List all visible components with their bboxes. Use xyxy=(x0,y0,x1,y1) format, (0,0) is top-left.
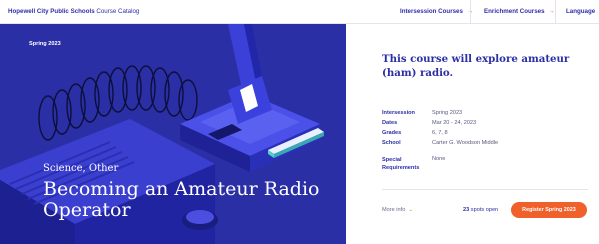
brand-name: Hopewell City Public Schools xyxy=(8,8,95,15)
detail-label-special-requirements: Special Requirements xyxy=(382,157,420,171)
detail-value-school: Carter G. Woodson Middle xyxy=(432,140,499,146)
nav-divider xyxy=(470,0,471,24)
hero-term-label: Spring 2023 xyxy=(29,41,61,47)
more-info-label: More info xyxy=(382,207,406,213)
arrow-right-icon: → xyxy=(548,8,555,15)
detail-label-dates: Dates xyxy=(382,120,398,126)
spots-count: 23 xyxy=(463,207,470,213)
detail-value-special-requirements: None xyxy=(432,156,446,162)
course-category: Science, Other xyxy=(43,163,119,174)
nav-enrichment-label: Enrichment Courses xyxy=(484,8,545,15)
course-title: Becoming an Amateur Radio Operator xyxy=(43,178,320,221)
spots-text: spots open xyxy=(470,207,499,213)
nav-divider xyxy=(555,0,556,24)
course-details-panel: This course will explore amateur (ham) r… xyxy=(346,24,599,244)
detail-value-intersession: Spring 2023 xyxy=(432,110,463,116)
nav-language-label: Language xyxy=(566,8,596,15)
brand-subtitle: Course Catalog xyxy=(96,8,140,15)
detail-label-school: School xyxy=(382,140,401,146)
detail-value-grades: 6, 7, 8 xyxy=(432,130,448,136)
chevron-down-icon: ⌄ xyxy=(408,207,414,213)
course-description: This course will explore amateur (ham) r… xyxy=(382,53,570,79)
more-info-toggle[interactable]: More info ⌄ xyxy=(382,207,413,213)
divider xyxy=(382,189,588,190)
detail-label-grades: Grades xyxy=(382,130,402,136)
nav-intersession-courses[interactable]: Intersession Courses→ xyxy=(400,8,473,15)
site-brand[interactable]: Hopewell City Public Schools Course Cata… xyxy=(8,8,139,15)
detail-label-intersession: Intersession xyxy=(382,110,415,116)
detail-value-dates: Mar 20 - 24, 2023 xyxy=(432,120,477,126)
register-button[interactable]: Register Spring 2023 xyxy=(511,202,587,218)
spots-open: 23 spots open xyxy=(463,207,498,213)
top-nav-bar: Hopewell City Public Schools Course Cata… xyxy=(0,0,599,24)
nav-intersession-label: Intersession Courses xyxy=(400,8,463,15)
nav-language[interactable]: Language xyxy=(566,8,595,15)
course-hero: Spring 2023 Science, Other Becoming an A… xyxy=(0,24,346,244)
nav-enrichment-courses[interactable]: Enrichment Courses → xyxy=(484,8,555,15)
